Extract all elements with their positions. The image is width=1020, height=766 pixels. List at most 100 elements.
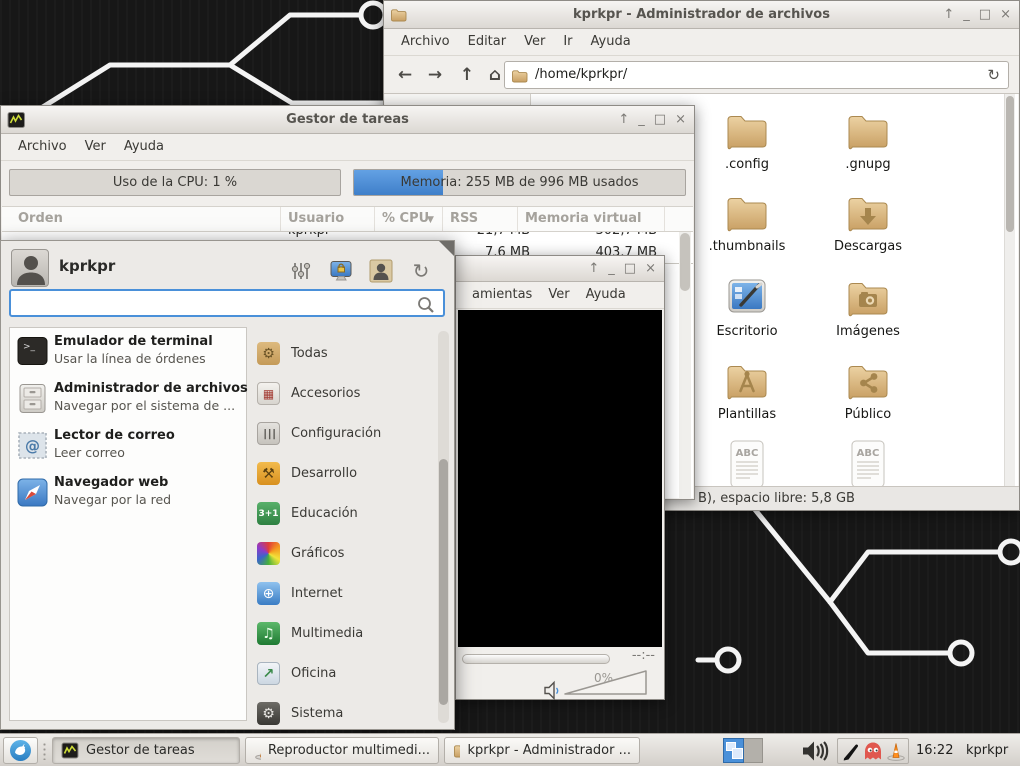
- scrollbar-thumb[interactable]: [1006, 96, 1014, 232]
- taskbar-button-media-player[interactable]: Reproductor multimedi...: [245, 737, 439, 764]
- close-button[interactable]: ×: [645, 255, 656, 283]
- category-graficos[interactable]: Gráficos: [255, 534, 435, 574]
- search-box[interactable]: [9, 289, 445, 317]
- shade-button[interactable]: ↑: [588, 255, 599, 283]
- logout-icon[interactable]: ↻: [409, 259, 433, 283]
- menu-herramientas-clipped[interactable]: amientas: [464, 282, 540, 308]
- category-oficina[interactable]: ↗ Oficina: [255, 654, 435, 694]
- applications-menu-button[interactable]: [3, 737, 38, 764]
- path-bar[interactable]: /home/kprkpr/ ↻: [504, 61, 1009, 89]
- folder-icon: [453, 742, 460, 759]
- minimize-button[interactable]: _: [608, 255, 615, 283]
- path-text[interactable]: /home/kprkpr/: [535, 62, 627, 88]
- forward-button[interactable]: →: [422, 62, 448, 88]
- taskbar-button-file-manager[interactable]: kprkpr - Administrador ...: [444, 737, 640, 764]
- file-manager-titlebar[interactable]: kprkpr - Administrador de archivos ↑ _ □…: [384, 1, 1019, 29]
- speaker-icon[interactable]: [542, 680, 562, 700]
- menu-archivo[interactable]: Archivo: [392, 29, 459, 55]
- close-button[interactable]: ×: [1000, 1, 1011, 29]
- category-desarrollo[interactable]: ⚒ Desarrollo: [255, 454, 435, 494]
- clock[interactable]: 16:22: [916, 734, 953, 766]
- user-label[interactable]: kprkpr: [966, 734, 1008, 766]
- app-item-terminal[interactable]: >_ Emulador de terminal Usar la línea de…: [10, 328, 246, 375]
- category-internet[interactable]: ⊕ Internet: [255, 574, 435, 614]
- panel-drag-handle[interactable]: [42, 742, 47, 760]
- folder-item-downloads[interactable]: Descargas: [812, 188, 924, 254]
- column-rss[interactable]: RSS: [450, 207, 478, 231]
- workspace-switcher[interactable]: [723, 738, 763, 763]
- cpu-usage-label: Uso de la CPU: 1 %: [10, 170, 340, 195]
- folder-item-desktop[interactable]: Escritorio: [691, 273, 803, 339]
- workspace-1-active[interactable]: [723, 738, 744, 763]
- sort-desc-icon[interactable]: ▼: [427, 208, 434, 232]
- maximize-button[interactable]: □: [624, 255, 636, 283]
- document-item[interactable]: ABC: [691, 439, 803, 489]
- workspace-2[interactable]: [744, 738, 763, 763]
- vertical-scrollbar[interactable]: [1004, 94, 1015, 486]
- maximize-button[interactable]: □: [654, 106, 666, 134]
- column-memoria-virtual[interactable]: Memoria virtual: [525, 207, 641, 231]
- folder-item-templates[interactable]: Plantillas: [691, 356, 803, 422]
- close-button[interactable]: ×: [675, 106, 686, 134]
- category-accesorios[interactable]: ▦ Accesorios: [255, 374, 435, 414]
- maximize-button[interactable]: □: [979, 1, 991, 29]
- seek-bar[interactable]: [462, 654, 610, 664]
- scrollbar-thumb[interactable]: [439, 459, 448, 705]
- column-orden[interactable]: Orden: [18, 207, 63, 231]
- task-manager-titlebar[interactable]: Gestor de tareas ↑ _ □ ×: [1, 106, 694, 134]
- app-item-file-manager[interactable]: Administrador de archivos Navegar por el…: [10, 375, 246, 422]
- menu-ver[interactable]: Ver: [76, 134, 115, 160]
- up-button[interactable]: ↑: [454, 62, 480, 88]
- volume-slider[interactable]: [562, 668, 650, 698]
- category-scrollbar[interactable]: [438, 331, 449, 723]
- stylus-tray-icon[interactable]: [841, 741, 861, 761]
- settings-icon[interactable]: [289, 259, 313, 283]
- ghost-tray-icon[interactable]: [863, 741, 883, 761]
- app-item-mail[interactable]: @ Lector de correo Leer correo: [10, 422, 246, 469]
- menu-ayuda[interactable]: Ayuda: [582, 29, 640, 55]
- menu-ayuda[interactable]: Ayuda: [578, 282, 634, 308]
- category-multimedia[interactable]: ♫ Multimedia: [255, 614, 435, 654]
- menu-archivo[interactable]: Archivo: [9, 134, 76, 160]
- scrollbar-thumb[interactable]: [680, 233, 690, 291]
- category-educacion[interactable]: 3+1 Educación: [255, 494, 435, 534]
- folder-item[interactable]: .thumbnails: [691, 188, 803, 254]
- lock-screen-icon[interactable]: [329, 259, 353, 283]
- media-player-titlebar[interactable]: ↑ _ □ ×: [456, 256, 664, 282]
- menu-ver[interactable]: Ver: [540, 282, 577, 308]
- column-cpu[interactable]: % CPU: [382, 207, 429, 231]
- search-input[interactable]: [17, 293, 413, 313]
- menu-editar[interactable]: Editar: [459, 29, 516, 55]
- menu-ir[interactable]: Ir: [554, 29, 581, 55]
- app-item-browser[interactable]: Navegador web Navegar por la red: [10, 469, 246, 516]
- user-avatar[interactable]: [11, 249, 49, 287]
- back-button[interactable]: ←: [392, 62, 418, 88]
- folder-item-public[interactable]: Público: [812, 356, 924, 422]
- folder-item-images[interactable]: Imágenes: [812, 273, 924, 339]
- reload-icon[interactable]: ↻: [987, 62, 1000, 88]
- shade-button[interactable]: ↑: [618, 106, 629, 134]
- category-configuracion[interactable]: ☰ Configuración: [255, 414, 435, 454]
- minimize-button[interactable]: _: [638, 106, 645, 134]
- vlc-tray-icon[interactable]: [886, 741, 906, 761]
- all-folder-icon: ⚙: [257, 342, 280, 365]
- folder-item[interactable]: .gnupg: [812, 106, 924, 172]
- taskbar-button-task-manager[interactable]: Gestor de tareas: [52, 737, 240, 764]
- menu-ver[interactable]: Ver: [515, 29, 554, 55]
- column-usuario[interactable]: Usuario: [288, 207, 344, 231]
- shade-button[interactable]: ↑: [943, 1, 954, 29]
- switch-user-icon[interactable]: [369, 259, 393, 283]
- document-item[interactable]: ABC: [812, 439, 924, 489]
- category-todas[interactable]: ⚙ Todas: [255, 334, 435, 374]
- vertical-scrollbar[interactable]: [679, 232, 691, 498]
- whisker-menu: kprkpr ↻: [0, 240, 455, 730]
- minimize-button[interactable]: _: [963, 1, 970, 29]
- resize-grip[interactable]: [439, 241, 454, 256]
- accessories-icon: ▦: [257, 382, 280, 405]
- volume-tray-icon[interactable]: [800, 739, 833, 763]
- menu-ayuda[interactable]: Ayuda: [115, 134, 173, 160]
- category-sistema[interactable]: ⚙ Sistema: [255, 694, 435, 734]
- video-area[interactable]: [458, 310, 662, 647]
- folder-icon: [511, 67, 528, 84]
- folder-item[interactable]: .config: [691, 106, 803, 172]
